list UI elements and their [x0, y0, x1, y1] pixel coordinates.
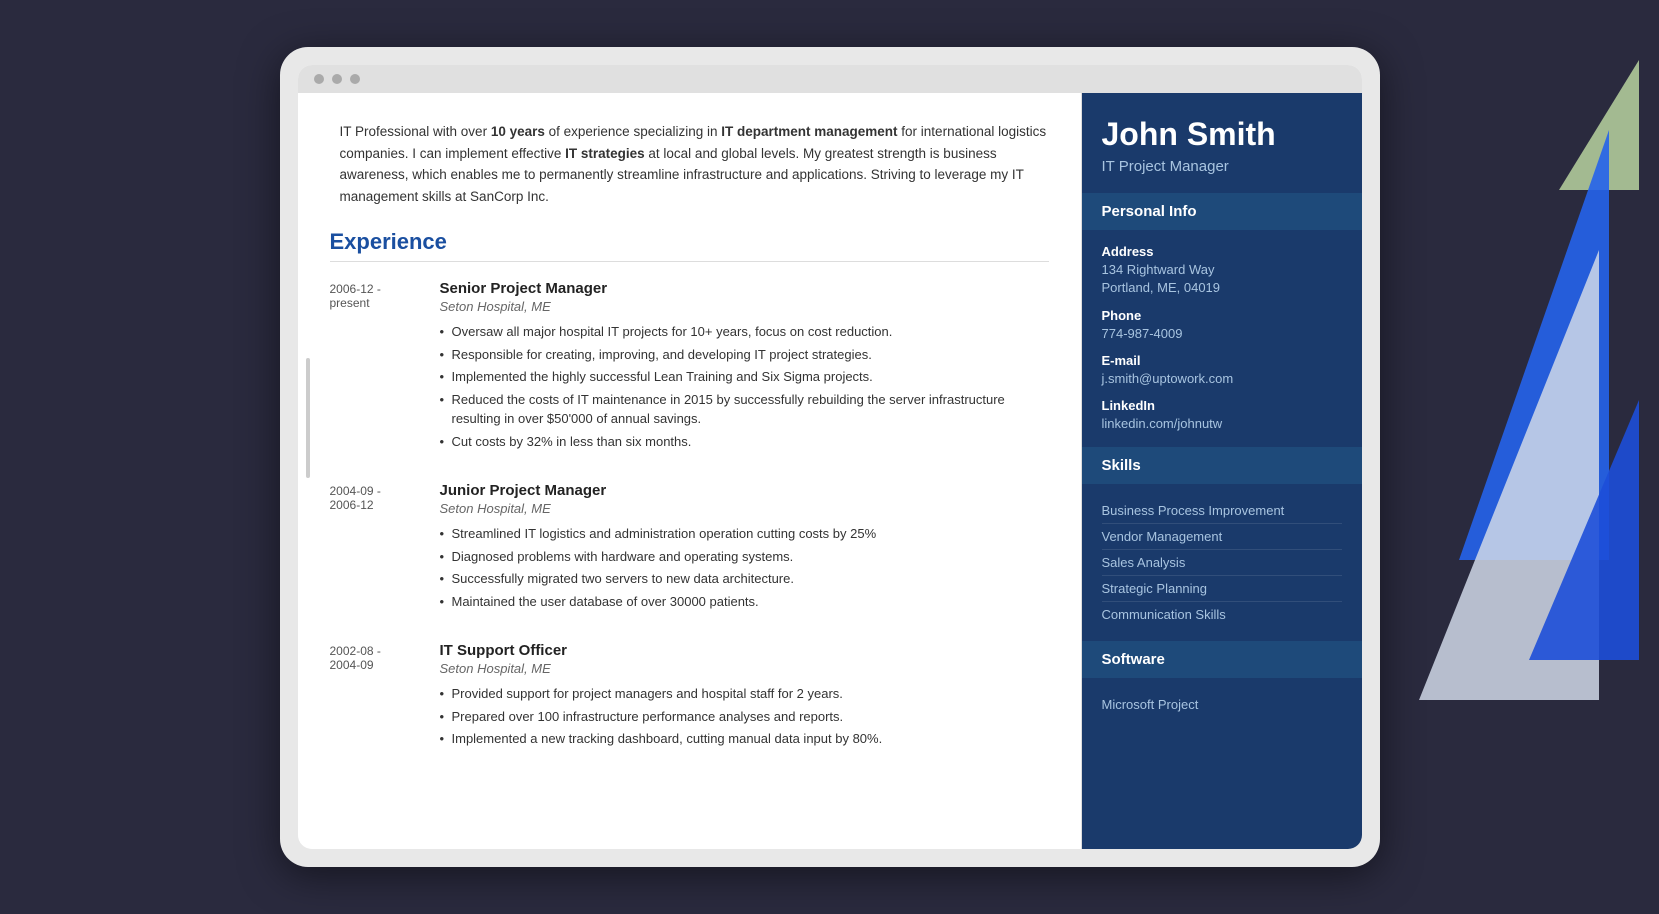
- job-content-2: Junior Project Manager Seton Hospital, M…: [440, 482, 1049, 614]
- skill-item-1: Business Process Improvement: [1102, 498, 1342, 524]
- bullet-1-3: Implemented the highly successful Lean T…: [440, 367, 1049, 387]
- resume-left[interactable]: IT Professional with over 10 years of ex…: [298, 93, 1082, 849]
- sidebar-name: John Smith: [1102, 117, 1342, 152]
- software-body: Microsoft Project: [1082, 678, 1362, 731]
- phone-value: 774-987-4009: [1102, 325, 1342, 343]
- tablet-frame: IT Professional with over 10 years of ex…: [280, 47, 1380, 867]
- sidebar-job-title: IT Project Manager: [1102, 158, 1342, 175]
- experience-section: Experience 2006-12 -present Senior Proje…: [330, 229, 1049, 752]
- phone-label: Phone: [1102, 308, 1342, 323]
- topbar-dot-2: [332, 74, 342, 84]
- bullet-3-1: Provided support for project managers an…: [440, 684, 1049, 704]
- topbar-dot-1: [314, 74, 324, 84]
- bullet-1-2: Responsible for creating, improving, and…: [440, 345, 1049, 365]
- topbar-dot-3: [350, 74, 360, 84]
- bullet-3-3: Implemented a new tracking dashboard, cu…: [440, 729, 1049, 749]
- bullet-1-5: Cut costs by 32% in less than six months…: [440, 432, 1049, 452]
- scroll-indicator: [306, 358, 310, 478]
- job-bullets-3: Provided support for project managers an…: [440, 684, 1049, 749]
- job-date-3: 2002-08 -2004-09: [330, 642, 420, 752]
- skill-item-5: Communication Skills: [1102, 602, 1342, 627]
- job-content-1: Senior Project Manager Seton Hospital, M…: [440, 280, 1049, 454]
- email-value: j.smith@uptowork.com: [1102, 370, 1342, 388]
- skill-item-3: Sales Analysis: [1102, 550, 1342, 576]
- sidebar-header: John Smith IT Project Manager: [1082, 93, 1362, 193]
- job-item-3: 2002-08 -2004-09 IT Support Officer Seto…: [330, 642, 1049, 752]
- personal-info-header: Personal Info: [1082, 193, 1362, 230]
- personal-info-body: Address 134 Rightward Way Portland, ME, …: [1082, 230, 1362, 447]
- bullet-3-2: Prepared over 100 infrastructure perform…: [440, 707, 1049, 727]
- address-label: Address: [1102, 244, 1342, 259]
- job-date-1: 2006-12 -present: [330, 280, 420, 454]
- job-title-2: Junior Project Manager: [440, 482, 1049, 499]
- bullet-2-2: Diagnosed problems with hardware and ope…: [440, 547, 1049, 567]
- resume-area: IT Professional with over 10 years of ex…: [298, 93, 1362, 849]
- email-label: E-mail: [1102, 353, 1342, 368]
- summary-section: IT Professional with over 10 years of ex…: [330, 121, 1049, 207]
- address-line2: Portland, ME, 04019: [1102, 279, 1342, 297]
- resume-sidebar: John Smith IT Project Manager Personal I…: [1082, 93, 1362, 849]
- software-item-1: Microsoft Project: [1102, 692, 1342, 717]
- job-content-3: IT Support Officer Seton Hospital, ME Pr…: [440, 642, 1049, 752]
- bullet-2-1: Streamlined IT logistics and administrat…: [440, 524, 1049, 544]
- skill-item-2: Vendor Management: [1102, 524, 1342, 550]
- linkedin-value: linkedin.com/johnutw: [1102, 415, 1342, 433]
- job-bullets-1: Oversaw all major hospital IT projects f…: [440, 322, 1049, 451]
- bullet-2-3: Successfully migrated two servers to new…: [440, 569, 1049, 589]
- job-item-1: 2006-12 -present Senior Project Manager …: [330, 280, 1049, 454]
- job-company-1: Seton Hospital, ME: [440, 299, 1049, 314]
- bullet-1-1: Oversaw all major hospital IT projects f…: [440, 322, 1049, 342]
- address-line1: 134 Rightward Way: [1102, 261, 1342, 279]
- job-item-2: 2004-09 -2006-12 Junior Project Manager …: [330, 482, 1049, 614]
- screen-container: IT Professional with over 10 years of ex…: [0, 0, 1659, 914]
- skills-body: Business Process Improvement Vendor Mana…: [1082, 484, 1362, 641]
- linkedin-label: LinkedIn: [1102, 398, 1342, 413]
- tablet-topbar: [298, 65, 1362, 93]
- bullet-2-4: Maintained the user database of over 300…: [440, 592, 1049, 612]
- bullet-1-4: Reduced the costs of IT maintenance in 2…: [440, 390, 1049, 429]
- triangle-blue-small-icon: [1529, 400, 1639, 660]
- skill-item-4: Strategic Planning: [1102, 576, 1342, 602]
- job-title-1: Senior Project Manager: [440, 280, 1049, 297]
- experience-title: Experience: [330, 229, 1049, 262]
- job-title-3: IT Support Officer: [440, 642, 1049, 659]
- job-date-2: 2004-09 -2006-12: [330, 482, 420, 614]
- job-bullets-2: Streamlined IT logistics and administrat…: [440, 524, 1049, 611]
- tablet-inner: IT Professional with over 10 years of ex…: [298, 65, 1362, 849]
- skills-header: Skills: [1082, 447, 1362, 484]
- job-company-3: Seton Hospital, ME: [440, 661, 1049, 676]
- job-company-2: Seton Hospital, ME: [440, 501, 1049, 516]
- software-header: Software: [1082, 641, 1362, 678]
